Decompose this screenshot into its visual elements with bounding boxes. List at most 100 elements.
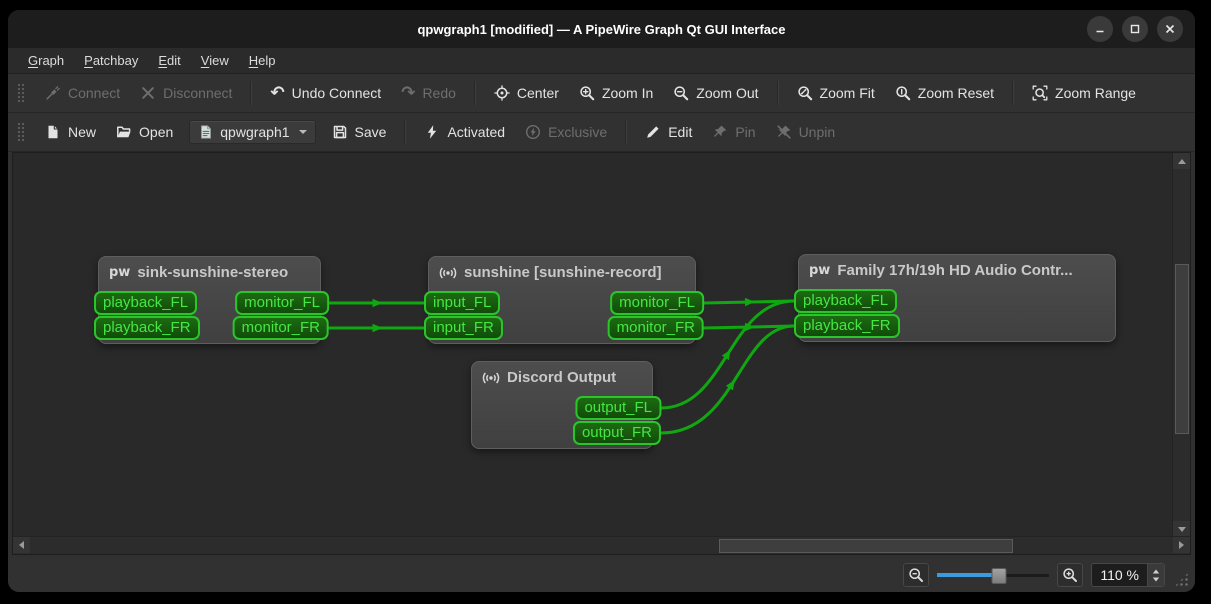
toolbar-button-label: Open <box>139 124 173 140</box>
port-input-fl[interactable]: input_FL <box>424 291 500 315</box>
port-monitor-fr[interactable]: monitor_FR <box>233 316 329 340</box>
port-output-fr[interactable]: output_FR <box>573 421 661 445</box>
port-playback-fl[interactable]: playback_FL <box>794 289 897 313</box>
toolbar-patchbay: New Open qpwgraph1 Save Activated Exclusive Ed… <box>8 113 1195 152</box>
menu-view[interactable]: View <box>191 50 239 71</box>
zoom-range-icon <box>1032 85 1048 101</box>
zoom-reset-button[interactable]: Zoom Reset <box>886 80 1003 106</box>
disconnect-icon <box>140 85 156 101</box>
port-output-fl[interactable]: output_FL <box>575 396 661 420</box>
unpin-button[interactable]: Unpin <box>767 119 845 145</box>
minimize-icon <box>1094 23 1106 35</box>
disconnect-button[interactable]: Disconnect <box>131 80 241 106</box>
zoom-value[interactable]: 110 % <box>1092 567 1147 583</box>
zoom-out-icon <box>673 85 689 101</box>
toolbar-drag-handle[interactable] <box>17 122 25 142</box>
menu-edit[interactable]: Edit <box>148 50 190 71</box>
horizontal-scrollbar[interactable] <box>13 536 1190 554</box>
zoom-spinbox[interactable]: 110 % <box>1091 563 1165 587</box>
connect-button[interactable]: Connect <box>36 80 129 106</box>
patchbay-select[interactable]: qpwgraph1 <box>189 120 315 144</box>
menu-patchbay[interactable]: Patchbay <box>74 50 148 71</box>
zoom-out-button[interactable] <box>903 563 929 587</box>
zoom-fit-button[interactable]: Zoom Fit <box>788 80 884 106</box>
exclusive-button[interactable]: Exclusive <box>516 119 616 145</box>
close-icon <box>1164 23 1176 35</box>
window-controls <box>1087 16 1183 42</box>
zoom-in-icon <box>579 85 595 101</box>
redo-button[interactable]: ↷Redo <box>392 80 465 106</box>
pin-icon <box>712 124 728 140</box>
toolbar-graph-items: Connect Disconnect ↶Undo Connect↷Redo Cente… <box>36 80 1145 106</box>
edit-icon <box>645 124 661 140</box>
window-resize-grip[interactable] <box>1174 572 1189 587</box>
arrow-right-icon <box>1179 541 1184 549</box>
menubar: GraphPatchbayEditViewHelp <box>8 48 1195 74</box>
save-button[interactable]: Save <box>323 119 396 145</box>
port-monitor-fl[interactable]: monitor_FL <box>235 291 329 315</box>
exclusive-icon <box>525 124 541 140</box>
pin-button[interactable]: Pin <box>703 119 764 145</box>
new-button[interactable]: New <box>36 119 105 145</box>
titlebar[interactable]: qpwgraph1 [modified] — A PipeWire Graph … <box>8 10 1195 48</box>
horizontal-scroll-thumb[interactable] <box>719 539 1013 553</box>
zoom-range-button[interactable]: Zoom Range <box>1023 80 1145 106</box>
maximize-icon <box>1129 23 1141 35</box>
port-monitor-fr[interactable]: monitor_FR <box>608 316 704 340</box>
slider-fill <box>937 573 999 577</box>
toolbar-separator <box>250 81 252 105</box>
port-input-fr[interactable]: input_FR <box>424 316 503 340</box>
toolbar-button-label: Zoom Range <box>1055 85 1136 101</box>
toolbar-drag-handle[interactable] <box>17 83 25 103</box>
ports-layer: playback_FLplayback_FRmonitor_FLmonitor_… <box>13 153 1190 554</box>
port-playback-fr[interactable]: playback_FR <box>94 316 200 340</box>
toolbar-button-label: Center <box>517 85 559 101</box>
scroll-up-button[interactable] <box>1173 153 1190 169</box>
zoom-spin-buttons[interactable] <box>1147 564 1164 586</box>
slider-handle[interactable] <box>991 568 1006 584</box>
toolbar-separator <box>404 120 406 144</box>
minimize-button[interactable] <box>1087 16 1113 42</box>
activated-icon <box>424 124 440 140</box>
arrow-down-icon <box>1178 527 1186 532</box>
toolbar-separator <box>777 81 779 105</box>
new-icon <box>45 124 61 140</box>
toolbar-separator <box>1012 81 1014 105</box>
scroll-down-button[interactable] <box>1173 521 1190 537</box>
toolbar-button-label: Disconnect <box>163 85 232 101</box>
toolbar-button-label: Exclusive <box>548 124 607 140</box>
maximize-button[interactable] <box>1122 16 1148 42</box>
toolbar-separator <box>625 120 627 144</box>
edit-button[interactable]: Edit <box>636 119 701 145</box>
zoom-in-button[interactable] <box>1057 563 1083 587</box>
center-button[interactable]: Center <box>485 80 568 106</box>
port-monitor-fl[interactable]: monitor_FL <box>610 291 704 315</box>
toolbar-button-label: Pin <box>735 124 755 140</box>
port-playback-fr[interactable]: playback_FR <box>794 314 900 338</box>
activated-button[interactable]: Activated <box>415 119 514 145</box>
toolbar-button-label: Connect <box>68 85 120 101</box>
scroll-right-button[interactable] <box>1173 537 1190 553</box>
zoom-in-button[interactable]: Zoom In <box>570 80 662 106</box>
graph-canvas[interactable]: pwsink-sunshine-stereosunshine [sunshine… <box>12 152 1191 555</box>
menu-help[interactable]: Help <box>239 50 286 71</box>
toolbar-graph: Connect Disconnect ↶Undo Connect↷Redo Cente… <box>8 74 1195 113</box>
toolbar-button-label: qpwgraph1 <box>220 124 289 140</box>
zoom-out-button[interactable]: Zoom Out <box>664 80 767 106</box>
close-button[interactable] <box>1157 16 1183 42</box>
vertical-scroll-thumb[interactable] <box>1175 264 1189 434</box>
vertical-scrollbar[interactable] <box>1172 153 1190 537</box>
arrow-left-icon <box>19 541 24 549</box>
zoom-slider[interactable] <box>937 567 1049 583</box>
menu-graph[interactable]: Graph <box>18 50 74 71</box>
zoom-out-icon <box>908 567 924 583</box>
zoom-in-icon <box>1062 567 1078 583</box>
arrow-up-icon <box>1178 159 1186 164</box>
scroll-left-button[interactable] <box>13 537 30 553</box>
spin-down-icon <box>1153 577 1159 581</box>
open-button[interactable]: Open <box>107 119 182 145</box>
port-playback-fl[interactable]: playback_FL <box>94 291 197 315</box>
toolbar-button-label: Redo <box>422 85 455 101</box>
undo-connect-button[interactable]: ↶Undo Connect <box>261 80 390 106</box>
patchbay-file-icon <box>198 124 214 140</box>
